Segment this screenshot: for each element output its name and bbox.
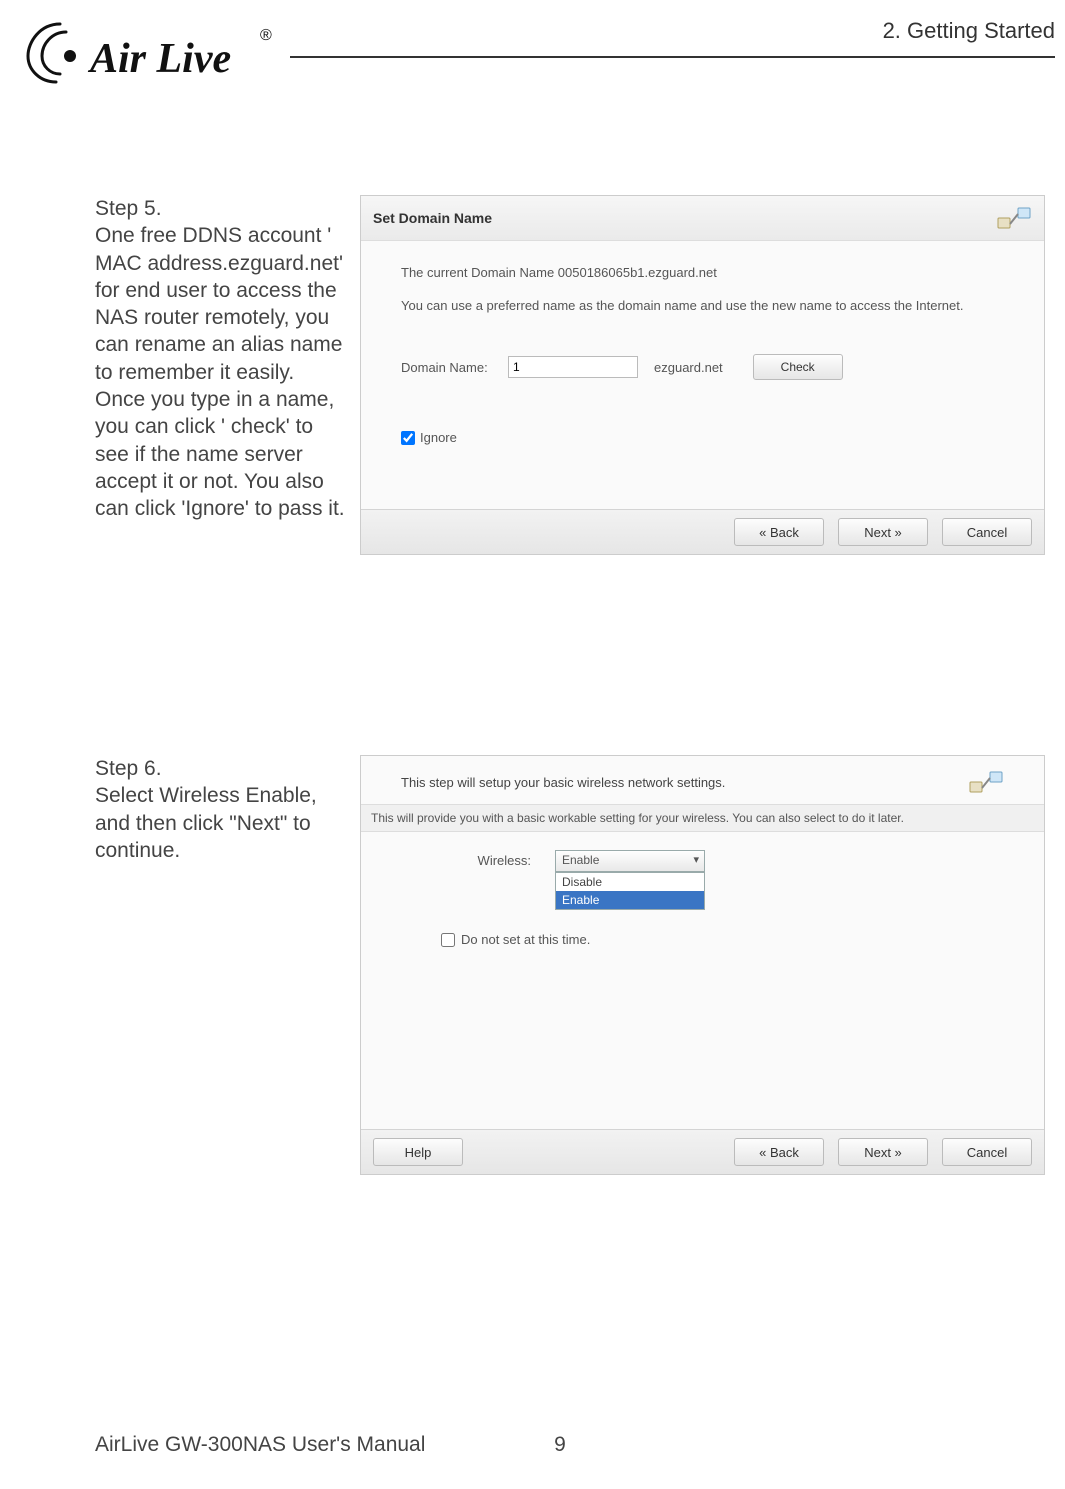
wireless-option-disable[interactable]: Disable	[556, 873, 704, 891]
header-rule	[290, 56, 1055, 58]
panel2-subhead: This will provide you with a basic worka…	[361, 804, 1044, 832]
wireless-label: Wireless:	[401, 850, 531, 868]
network-icon	[968, 768, 1004, 796]
step6-body: Select Wireless Enable, and then click "…	[95, 782, 350, 864]
step6-title: Step 6.	[95, 755, 350, 782]
current-domain-text: The current Domain Name 0050186065b1.ezg…	[401, 265, 1004, 280]
brand-logo: Air Live ®	[20, 12, 280, 92]
skip-label: Do not set at this time.	[461, 932, 590, 947]
manual-title: AirLive GW-300NAS User's Manual	[95, 1433, 425, 1457]
domain-name-input[interactable]	[508, 356, 638, 378]
ignore-checkbox[interactable]	[401, 431, 415, 445]
chapter-title: 2. Getting Started	[883, 18, 1055, 44]
step5-body: One free DDNS account ' MAC address.ezgu…	[95, 222, 350, 522]
wireless-option-enable[interactable]: Enable	[556, 891, 704, 909]
page-number: 9	[554, 1433, 566, 1457]
panel2-footer: Help « Back Next » Cancel	[361, 1129, 1044, 1174]
prefer-text: You can use a preferred name as the doma…	[401, 298, 1004, 314]
panel1-header: Set Domain Name	[361, 196, 1044, 241]
check-button[interactable]: Check	[753, 354, 843, 380]
help-button[interactable]: Help	[373, 1138, 463, 1166]
skip-checkbox-row[interactable]: Do not set at this time.	[441, 932, 1004, 947]
document-footer: AirLive GW-300NAS User's Manual 9	[95, 1433, 1025, 1457]
step-5: Step 5. One free DDNS account ' MAC addr…	[95, 195, 1045, 555]
step5-text: Step 5. One free DDNS account ' MAC addr…	[95, 195, 350, 523]
logo-text: Air Live	[87, 36, 231, 82]
wireless-dropdown: Disable Enable	[555, 872, 705, 910]
step5-title: Step 5.	[95, 195, 350, 222]
next-button[interactable]: Next »	[838, 1138, 928, 1166]
ignore-label: Ignore	[420, 430, 457, 445]
step-6: Step 6. Select Wireless Enable, and then…	[95, 755, 1045, 1175]
domain-name-label: Domain Name:	[401, 360, 496, 375]
svg-text:®: ®	[260, 27, 272, 44]
panel2-head: This step will setup your basic wireless…	[361, 756, 1044, 804]
cancel-button[interactable]: Cancel	[942, 1138, 1032, 1166]
wireless-select[interactable]: Enable	[555, 850, 705, 872]
set-domain-panel: Set Domain Name The current Domain Name …	[360, 195, 1045, 555]
back-button[interactable]: « Back	[734, 1138, 824, 1166]
skip-checkbox[interactable]	[441, 933, 455, 947]
cancel-button[interactable]: Cancel	[942, 518, 1032, 546]
ignore-checkbox-row[interactable]: Ignore	[401, 430, 1004, 445]
panel2-head-text: This step will setup your basic wireless…	[401, 775, 725, 790]
back-button[interactable]: « Back	[734, 518, 824, 546]
wireless-panel: This step will setup your basic wireless…	[360, 755, 1045, 1175]
step6-text: Step 6. Select Wireless Enable, and then…	[95, 755, 350, 864]
domain-suffix: ezguard.net	[654, 360, 723, 375]
next-button[interactable]: Next »	[838, 518, 928, 546]
panel1-footer: « Back Next » Cancel	[361, 509, 1044, 554]
panel1-title: Set Domain Name	[373, 210, 492, 226]
network-icon	[996, 204, 1032, 232]
